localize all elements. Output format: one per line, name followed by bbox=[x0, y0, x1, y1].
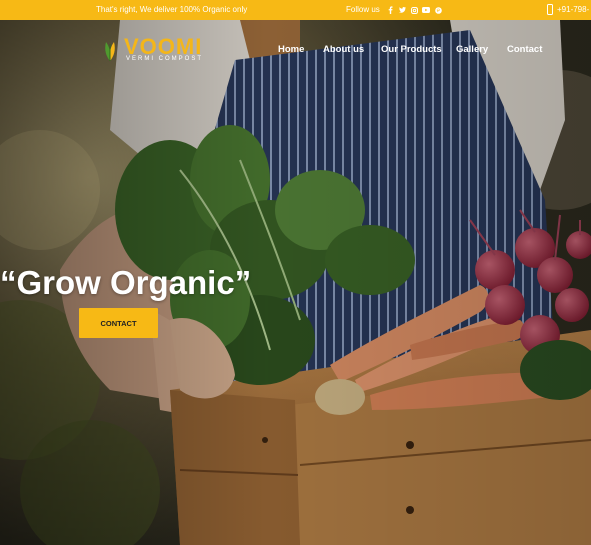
phone-number[interactable]: +91-798- bbox=[557, 0, 589, 20]
follow-us-label: Follow us bbox=[346, 5, 380, 14]
brand-tagline: VERMI COMPOST bbox=[126, 56, 204, 62]
top-bar: That's right, We deliver 100% Organic on… bbox=[0, 0, 591, 20]
nav-item-home[interactable]: Home bbox=[278, 44, 304, 55]
nav-item-contact[interactable]: Contact bbox=[507, 44, 542, 55]
phone-icon bbox=[547, 4, 553, 15]
pinterest-icon[interactable] bbox=[434, 0, 442, 20]
nav-item-our-products[interactable]: Our Products bbox=[381, 44, 442, 55]
social-links bbox=[386, 0, 442, 20]
delivery-tagline: That's right, We deliver 100% Organic on… bbox=[96, 5, 248, 14]
wheat-leaf-icon bbox=[105, 42, 115, 61]
hero-section: VOOMI VERMI COMPOST Home About us Our Pr… bbox=[0, 20, 591, 545]
brand-name: VOOMI bbox=[124, 34, 203, 59]
brand-logo[interactable]: VOOMI VERMI COMPOST bbox=[100, 36, 210, 66]
youtube-icon[interactable] bbox=[422, 0, 430, 20]
instagram-icon[interactable] bbox=[410, 0, 418, 20]
contact-button[interactable]: CONTACT bbox=[79, 308, 158, 338]
twitter-icon[interactable] bbox=[398, 0, 406, 20]
nav-item-about-us[interactable]: About us bbox=[323, 44, 364, 55]
hero-headline: “Grow Organic” bbox=[0, 264, 252, 301]
nav-item-gallery[interactable]: Gallery bbox=[456, 44, 488, 55]
facebook-icon[interactable] bbox=[386, 0, 394, 20]
